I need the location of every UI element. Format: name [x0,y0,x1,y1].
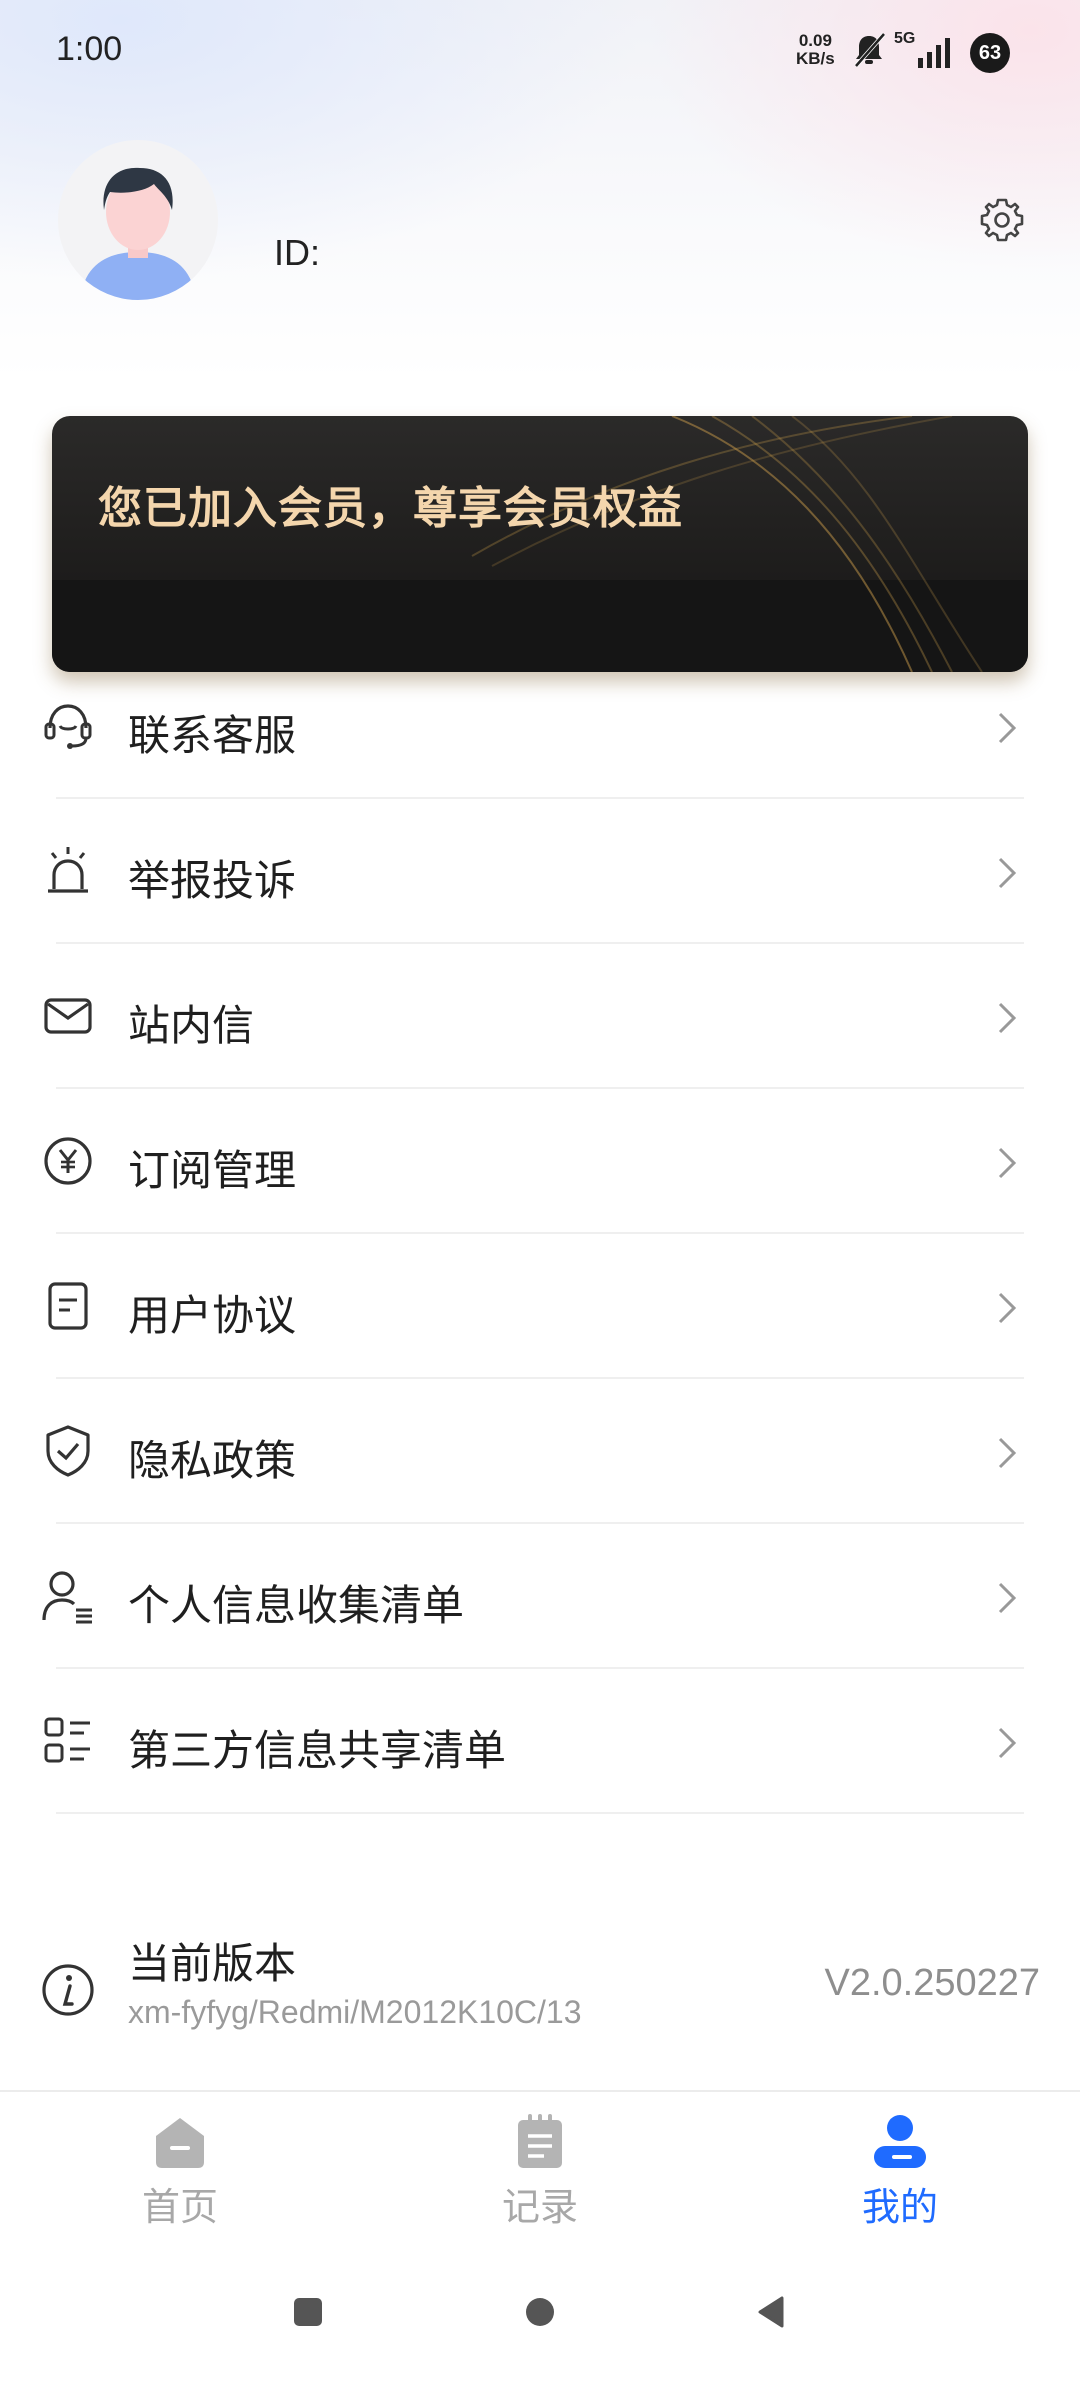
chevron-right-icon [998,1002,1017,1034]
tab-label: 记录 [501,2185,578,2229]
status-bar: 1:00 0.09 KB/s 5G 63 [0,0,1080,100]
tab-label: 首页 [141,2185,218,2229]
menu-label: 个人信息收集清单 [128,1581,465,1630]
menu-item-third-party-sharing[interactable]: 第三方信息共享清单 [0,1669,1080,1814]
menu-label: 用户协议 [128,1291,297,1340]
menu-item-privacy-policy[interactable]: 隐私政策 [0,1379,1080,1524]
yen-icon [44,1137,92,1185]
chevron-right-icon [998,857,1017,889]
document-icon [48,1282,88,1330]
chevron-right-icon [998,1292,1017,1324]
network-type: 5G [894,30,916,47]
menu-label: 举报投诉 [128,856,297,905]
menu-label: 订阅管理 [128,1146,297,1195]
user-icon [874,2115,926,2168]
network-speed: 0.09 KB/s [796,32,835,68]
bottom-tab-bar: 首页 记录 我的 [0,2090,1080,2242]
headset-icon [44,704,92,749]
tab-home[interactable]: 首页 [0,2092,360,2242]
vip-card-decoration [471,416,983,672]
menu-item-inbox[interactable]: 站内信 [0,944,1080,1089]
version-info: 当前版本 xm-fyfyg/Redmi/M2012K10C/13 V2.0.25… [0,1890,1080,2090]
menu-item-customer-service[interactable]: 联系客服 [0,654,1080,799]
menu-item-report-complaint[interactable]: 举报投诉 [0,799,1080,944]
avatar[interactable] [58,140,218,300]
system-navigation-bar [0,2240,1080,2400]
vip-card-text: 您已加入会员，尊享会员权益 [98,483,683,534]
divider [56,1812,1024,1814]
device-info: xm-fyfyg/Redmi/M2012K10C/13 [128,1994,582,2030]
version-number: V2.0.250227 [824,1962,1040,2004]
tab-records[interactable]: 记录 [360,2092,720,2242]
chevron-right-icon [998,1582,1017,1614]
home-circle-icon[interactable] [520,2292,560,2332]
user-list-icon [42,1571,92,1624]
version-title: 当前版本 [128,1939,297,1988]
tab-label: 我的 [861,2185,938,2229]
home-icon [156,2118,204,2168]
signal-icon [918,38,950,68]
menu-label: 隐私政策 [128,1436,297,1485]
status-time: 1:00 [56,30,123,68]
menu-label: 站内信 [128,1001,255,1050]
avatar-icon [58,140,218,300]
recents-icon[interactable] [288,2292,328,2332]
battery-indicator: 63 [970,33,1010,73]
tab-mine[interactable]: 我的 [720,2092,1080,2242]
settings-gear-icon[interactable] [978,196,1026,244]
bell-muted-icon [854,32,886,68]
clipboard-icon [518,2114,562,2168]
menu-label: 联系客服 [128,711,297,760]
menu-item-personal-info-list[interactable]: 个人信息收集清单 [0,1524,1080,1669]
shield-check-icon [46,1425,90,1477]
network-speed-value: 0.09 [798,31,832,50]
mail-icon [44,998,92,1034]
menu-item-subscription[interactable]: 订阅管理 [0,1089,1080,1234]
back-triangle-icon[interactable] [752,2292,792,2332]
chevron-right-icon [998,1147,1017,1179]
info-icon [42,1964,94,2016]
menu-label: 第三方信息共享清单 [128,1726,507,1775]
user-id-label: ID: [274,232,321,273]
vip-membership-card[interactable]: 您已加入会员，尊享会员权益 [52,416,1028,672]
network-speed-unit: KB/s [796,49,835,68]
menu-item-user-agreement[interactable]: 用户协议 [0,1234,1080,1379]
chevron-right-icon [998,1437,1017,1469]
alarm-icon [48,847,88,893]
chevron-right-icon [998,712,1017,744]
chevron-right-icon [998,1727,1017,1759]
list-grid-icon [44,1717,90,1763]
